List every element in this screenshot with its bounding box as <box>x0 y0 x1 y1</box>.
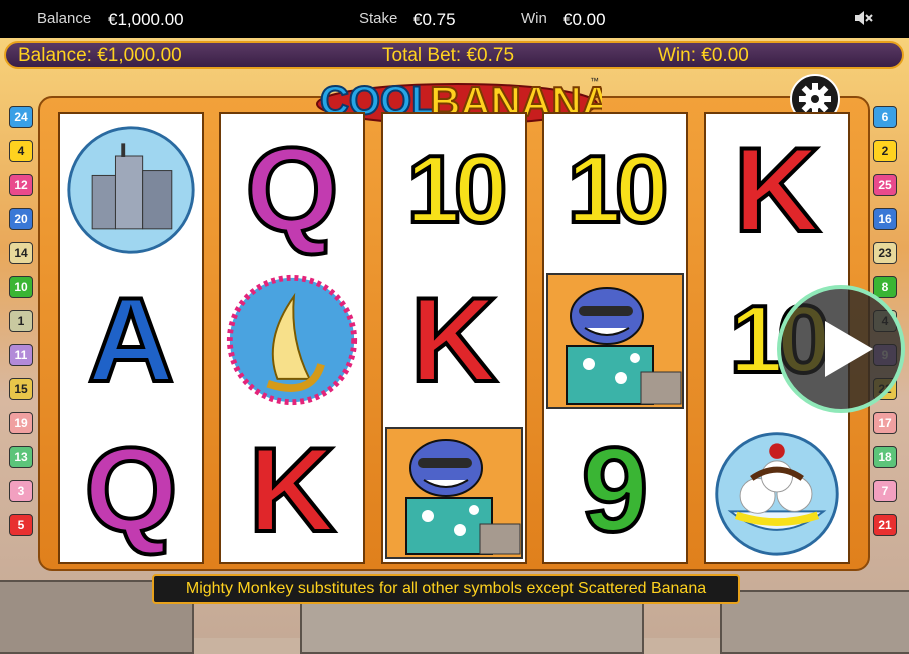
payline-button[interactable]: 19 <box>9 412 33 434</box>
background-building <box>720 590 909 654</box>
symbol-k: K <box>706 116 848 264</box>
win-value: €0.00 <box>563 10 606 29</box>
balance-value: €1,000.00 <box>108 10 184 29</box>
symbol-9: 9 <box>544 416 686 564</box>
play-icon <box>825 321 873 377</box>
city-icon <box>67 126 195 254</box>
monkey-wild-symbol <box>544 266 686 414</box>
symbol-q: Q <box>60 416 202 564</box>
symbol-a-text: A <box>86 273 177 407</box>
reel-2: Q K <box>219 112 365 564</box>
info-balance: Balance: €1,000.00 <box>18 45 182 66</box>
win-label: Win <box>521 10 547 27</box>
payline-button[interactable]: 25 <box>873 174 897 196</box>
symbol-q-text: Q <box>82 423 179 557</box>
payline-button[interactable]: 23 <box>873 242 897 264</box>
symbol-9-text: 9 <box>580 423 651 557</box>
symbol-10-text: 10 <box>405 136 510 243</box>
stake-label: Stake <box>359 10 398 27</box>
payline-button[interactable]: 10 <box>9 276 33 298</box>
symbol-k-text: K <box>247 423 338 557</box>
info-total-bet: Total Bet: €0.75 <box>382 45 515 66</box>
symbol-k: K <box>221 416 363 564</box>
symbol-10: 10 <box>544 116 686 264</box>
symbol-q: Q <box>221 116 363 264</box>
payline-button[interactable]: 3 <box>9 480 33 502</box>
symbol-k-text: K <box>409 273 500 407</box>
symbol-a: A <box>60 266 202 414</box>
balance-label: Balance <box>37 10 92 27</box>
payline-button[interactable]: 5 <box>9 514 33 536</box>
symbol-10-text: 10 <box>566 136 671 243</box>
payline-button[interactable]: 13 <box>9 446 33 468</box>
payline-button[interactable]: 17 <box>873 412 897 434</box>
reel-1: A Q <box>58 112 204 564</box>
spin-play-button[interactable] <box>777 285 905 413</box>
payline-button[interactable]: 14 <box>9 242 33 264</box>
payline-button[interactable]: 15 <box>9 378 33 400</box>
symbol-10: 10 <box>383 116 525 264</box>
info-win: Win: €0.00 <box>658 45 749 66</box>
payline-button[interactable]: 12 <box>9 174 33 196</box>
banana-icon <box>226 274 358 406</box>
payline-button[interactable]: 6 <box>873 106 897 128</box>
symbol-k-text: K <box>732 123 823 257</box>
payline-button[interactable]: 24 <box>9 106 33 128</box>
payline-button[interactable]: 2 <box>873 140 897 162</box>
symbol-q-text: Q <box>243 123 340 257</box>
speaker-mute-icon[interactable] <box>853 9 873 27</box>
payline-button[interactable]: 11 <box>9 344 33 366</box>
reel-3: 10 K <box>381 112 527 564</box>
symbol-k: K <box>383 266 525 414</box>
payline-button[interactable]: 4 <box>9 140 33 162</box>
sundae-symbol <box>706 416 848 564</box>
stake-value: €0.75 <box>413 10 456 29</box>
payline-button[interactable]: 20 <box>9 208 33 230</box>
banana-split-icon <box>715 432 839 556</box>
reel-4: 10 9 <box>542 112 688 564</box>
payline-button[interactable]: 7 <box>873 480 897 502</box>
info-bar: Balance: €1,000.00 Total Bet: €0.75 Win:… <box>4 41 904 69</box>
payline-button[interactable]: 16 <box>873 208 897 230</box>
payline-button[interactable]: 18 <box>873 446 897 468</box>
top-status-bar: Balance €1,000.00 Stake €0.75 Win €0.00 <box>0 0 909 38</box>
svg-text:™: ™ <box>590 76 599 86</box>
payline-button[interactable]: 21 <box>873 514 897 536</box>
payline-button[interactable]: 1 <box>9 310 33 332</box>
background-building <box>300 600 644 654</box>
monkey-icon <box>385 427 523 559</box>
city-scatter-symbol <box>60 116 202 264</box>
monkey-wild-symbol <box>383 416 525 564</box>
monkey-icon <box>546 273 684 409</box>
info-message: Mighty Monkey substitutes for all other … <box>152 574 740 604</box>
banana-scatter-symbol <box>221 266 363 414</box>
